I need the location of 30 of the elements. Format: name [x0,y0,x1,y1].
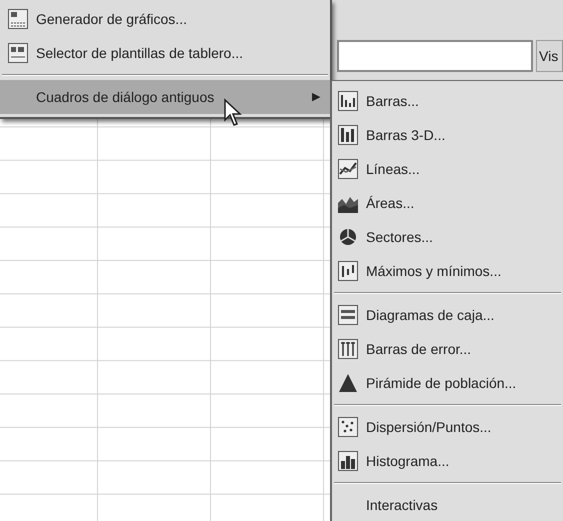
error-bar-icon [338,339,358,359]
cursor-icon [223,98,243,128]
menu-item[interactable]: Selector de plantillas de tablero... [0,36,330,70]
line-chart-icon [338,159,358,179]
menu-item[interactable]: Máximos y mínimos... [332,254,563,288]
menu-item[interactable]: Barras 3-D... [332,118,563,152]
range-chart-icon [338,261,358,281]
menu-item[interactable]: Diagramas de caja... [332,298,563,332]
triangle-icon [338,373,358,393]
view-button[interactable]: Vis [536,40,563,72]
submenu-arrow-icon: ▶ [312,88,320,106]
pie-chart-icon [338,227,358,247]
menu-item[interactable]: Dispersión/Puntos... [332,410,563,444]
menu-item[interactable]: Pirámide de población... [332,366,563,400]
menu-item[interactable]: Histograma... [332,444,563,478]
template-icon [8,43,28,63]
menu-item[interactable]: Líneas... [332,152,563,186]
menu-item[interactable]: Barras... [332,84,563,118]
menu-item[interactable]: Cuadros de diálogo antiguos ▶ [0,80,330,114]
text-field[interactable] [337,40,533,72]
menu-item[interactable]: Barras de error... [332,332,563,366]
chart-builder-icon [8,9,28,29]
menu-item[interactable]: Interactivas [332,488,563,521]
menu-item[interactable]: Sectores... [332,220,563,254]
histogram-icon [338,451,358,471]
bar-chart-icon [338,91,358,111]
scatter-plot-icon [338,417,358,437]
menu-item[interactable]: Áreas... [332,186,563,220]
menu-item[interactable]: Generador de gráficos... [0,2,330,36]
bar-chart-icon [338,125,358,145]
